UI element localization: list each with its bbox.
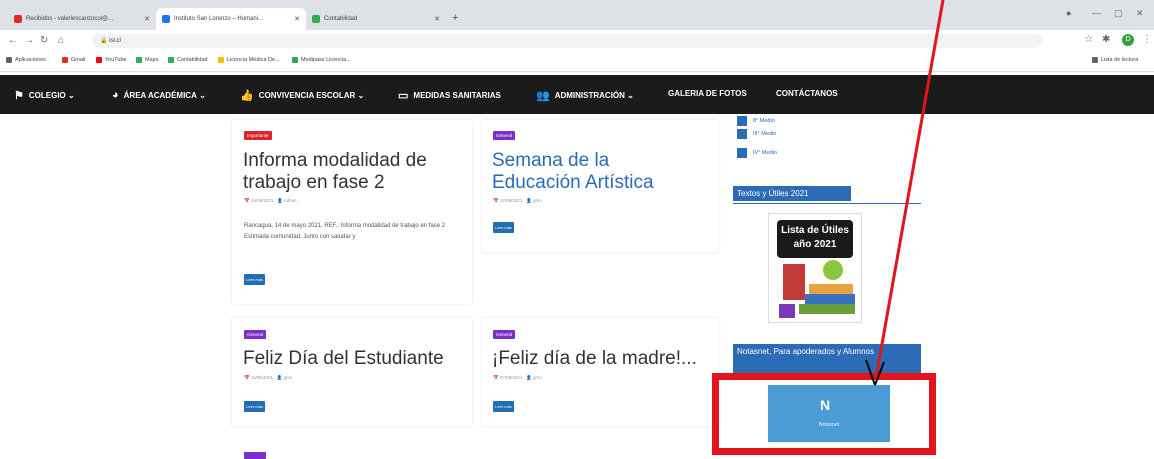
annotation-arrow [865, 0, 945, 386]
arrow-line [874, 0, 945, 379]
arrowhead-left [865, 359, 876, 386]
